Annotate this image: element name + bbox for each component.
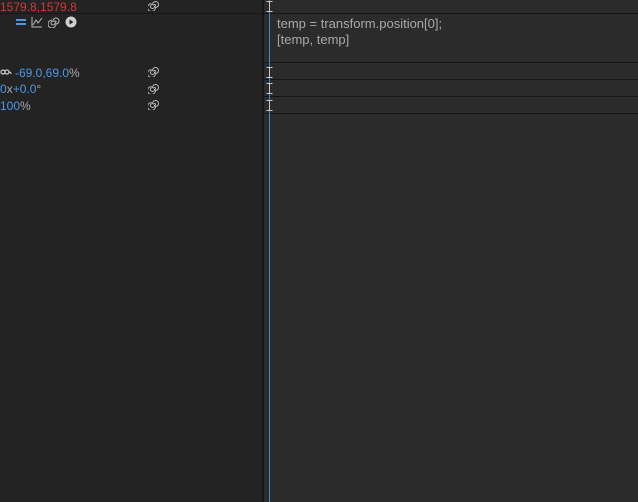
rotation-unit: °	[36, 82, 42, 96]
timeline-panel[interactable]	[264, 0, 638, 502]
ibeam-icon[interactable]	[266, 1, 273, 12]
row-separator	[264, 79, 638, 80]
anchor-unit: %	[69, 66, 80, 80]
ibeam-icon[interactable]	[266, 100, 273, 111]
opacity-value-text[interactable]: 100	[0, 99, 20, 113]
expression-line-1[interactable]: temp = transform.position[0];	[277, 16, 442, 31]
expression-line-2[interactable]: [temp, temp]	[277, 32, 349, 47]
ibeam-icon[interactable]	[266, 67, 273, 78]
equals-enable-icon[interactable]	[15, 16, 27, 28]
expression-editor[interactable]: temp = transform.position[0]; [temp, tem…	[277, 16, 442, 48]
spiral-icon[interactable]	[48, 16, 60, 28]
spiral-pickwhip-icon[interactable]	[148, 83, 159, 94]
opacity-value[interactable]: 100%	[0, 99, 31, 113]
row-separator	[264, 62, 638, 63]
spiral-pickwhip-icon[interactable]	[148, 0, 159, 11]
row-separator	[0, 13, 638, 14]
anchor-value-text[interactable]: -69.0,69.0	[15, 66, 69, 80]
row-separator	[264, 96, 638, 97]
opacity-unit: %	[20, 99, 31, 113]
spiral-pickwhip-icon[interactable]	[148, 99, 159, 110]
graph-icon[interactable]	[31, 16, 43, 28]
row-separator	[264, 113, 638, 114]
rotation-revolutions[interactable]: 0	[0, 82, 7, 96]
anchor-value[interactable]: -69.0,69.0%	[15, 66, 80, 80]
ibeam-icon[interactable]	[266, 83, 273, 94]
scale-value-text[interactable]: 1579.8,1579.8	[0, 0, 77, 14]
spiral-pickwhip-icon[interactable]	[148, 66, 159, 77]
play-menu-icon[interactable]	[65, 16, 77, 28]
link-icon[interactable]	[0, 66, 12, 78]
scale-value[interactable]: 1579.8,1579.8	[0, 0, 77, 14]
rotation-degrees[interactable]: +0.0	[13, 82, 37, 96]
rotation-value[interactable]: 0x+0.0°	[0, 82, 41, 96]
